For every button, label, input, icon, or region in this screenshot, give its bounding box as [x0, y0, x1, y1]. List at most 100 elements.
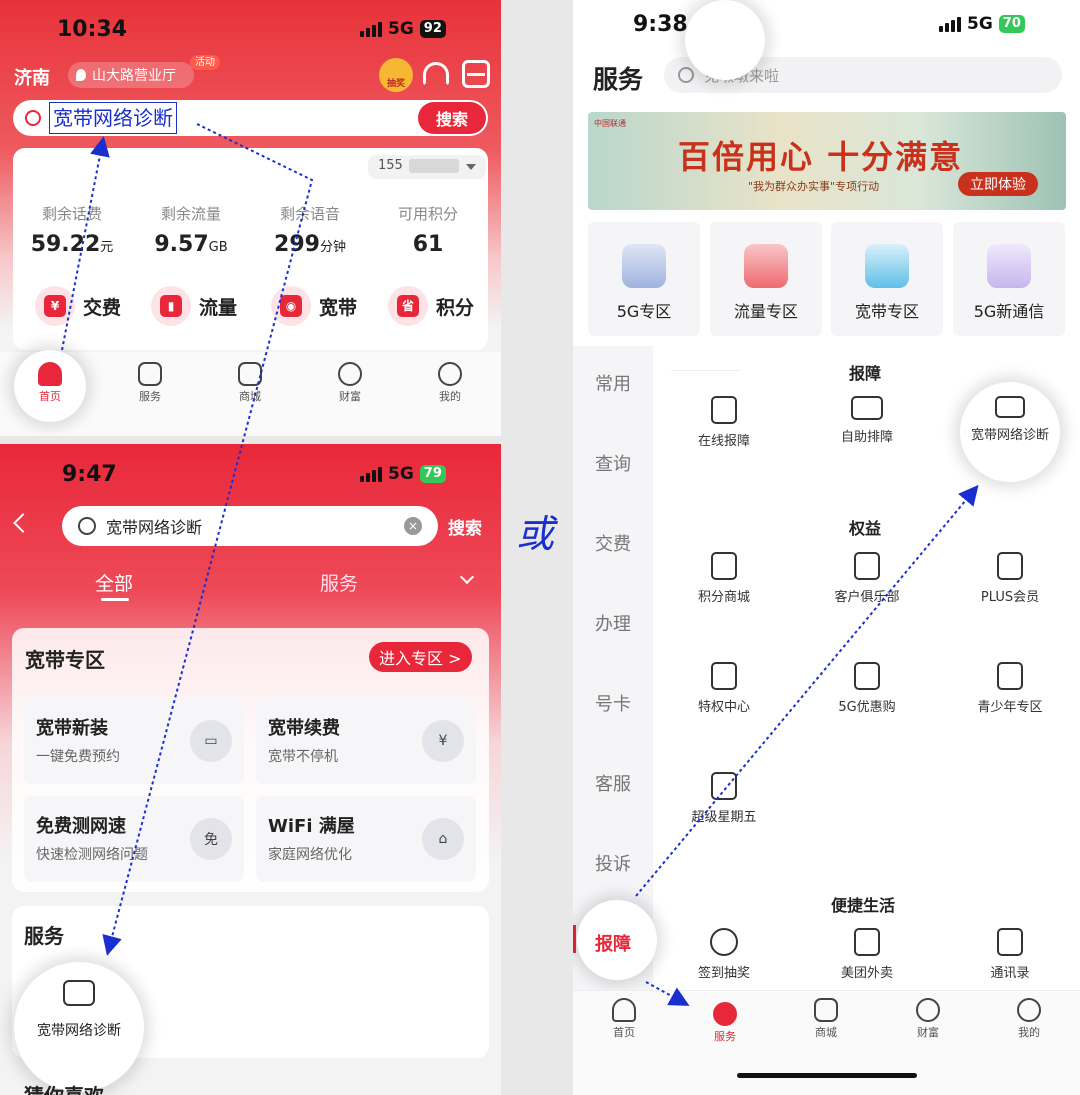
item-label: 宽带网络诊断 [37, 1023, 121, 1039]
tile-wifi[interactable]: WiFi 满屋 家庭网络优化 ⌂ [256, 796, 476, 882]
renew-icon: ¥ [422, 720, 464, 762]
back-icon[interactable] [13, 513, 33, 533]
home-screen-panel: 10:34 5G 92 济南 山大路营业厅 活动 抽奖 宽带网络诊断 搜索 15… [0, 0, 501, 436]
network-label: 5G [388, 464, 414, 484]
service-screen-panel: 9:38 5G 70 服务 免墩墩来啦 中国联通 百倍用心 十分满意 "我为群众… [573, 0, 1080, 1095]
banner-title: 百倍用心 十分满意 [678, 138, 964, 176]
cat-repair[interactable]: 报障 [595, 930, 631, 956]
clear-icon[interactable]: × [404, 517, 422, 535]
search-button[interactable]: 搜索 [418, 102, 486, 134]
home-indicator [737, 1073, 917, 1078]
stat-value: 9.57 [154, 232, 209, 257]
quick-pay[interactable]: ¥ 交费 [35, 286, 121, 326]
tab-me[interactable]: 我的 [420, 362, 480, 404]
item-label: 5G优惠购 [838, 700, 896, 715]
status-bar: 5G 92 [360, 19, 446, 39]
tab-service[interactable]: 服务 [695, 1002, 755, 1044]
tab-home[interactable]: 首页 [20, 362, 80, 404]
item-youth-zone[interactable]: 青少年专区 [950, 662, 1070, 715]
tile-subtitle: 一键免费预约 [36, 749, 120, 765]
item-label: 在线报障 [697, 434, 750, 449]
stat-data[interactable]: 剩余流量 9.57GB [136, 203, 246, 257]
item-5g-discount[interactable]: 5G优惠购 [807, 662, 927, 715]
phone-selector[interactable]: 155 [368, 155, 486, 179]
stat-label: 可用积分 [397, 205, 458, 223]
zone-5g-new-comm[interactable]: 5G新通信 [953, 222, 1065, 336]
cat-common[interactable]: 常用 [595, 370, 631, 396]
tab-wealth[interactable]: 财富 [320, 362, 380, 404]
search-query[interactable]: 宽带网络诊断 [49, 102, 177, 134]
cat-query[interactable]: 查询 [595, 450, 631, 476]
home-icon [612, 998, 636, 1022]
diagnosis-icon [63, 980, 95, 1006]
item-self-troubleshoot[interactable]: 自助排障 [807, 396, 927, 445]
zone-data[interactable]: 流量专区 [710, 222, 822, 336]
item-broadband-diagnosis[interactable]: 宽带网络诊断 [950, 396, 1070, 443]
router-icon: ▭ [190, 720, 232, 762]
cat-sim[interactable]: 号卡 [595, 690, 631, 716]
quick-broadband[interactable]: ◉ 宽带 [271, 286, 357, 326]
coin-icon [338, 362, 362, 386]
user-icon [1017, 998, 1041, 1022]
chevron-down-icon[interactable] [459, 569, 475, 585]
item-checkin-lottery[interactable]: 签到抽奖 [664, 928, 784, 981]
promo-banner[interactable]: 中国联通 百倍用心 十分满意 "我为群众办实事"专项行动 立即体验 [588, 112, 1066, 210]
stat-points[interactable]: 可用积分 61 [373, 203, 483, 257]
results-search-bar[interactable]: 宽带网络诊断 × [62, 506, 438, 546]
lottery-icon[interactable]: 抽奖 [379, 58, 413, 92]
stat-voice[interactable]: 剩余语音 299分钟 [255, 203, 365, 257]
search-icon [678, 67, 694, 83]
phone-number: 155 [378, 158, 403, 173]
customer-service-icon[interactable] [423, 62, 449, 86]
cat-handle[interactable]: 办理 [595, 610, 631, 636]
cat-support[interactable]: 客服 [595, 770, 631, 796]
tab-wealth[interactable]: 财富 [898, 998, 958, 1040]
item-super-friday[interactable]: 超级星期五 [664, 772, 784, 825]
broadband-diagnosis-item[interactable]: 宽带网络诊断 [20, 980, 138, 1040]
tab-mall[interactable]: 商城 [220, 362, 280, 404]
item-meituan[interactable]: 美团外卖 [807, 928, 927, 981]
category-indicator [573, 925, 576, 953]
tile-speed-test[interactable]: 免费测网速 快速检测网络问题 免 [24, 796, 244, 882]
broadband-icon: ◉ [271, 286, 311, 326]
item-contacts[interactable]: 通讯录 [950, 928, 1070, 981]
zone-5g[interactable]: 5G专区 [588, 222, 700, 336]
item-plus-member[interactable]: PLUS会员 [950, 552, 1070, 605]
tab-home[interactable]: 首页 [594, 998, 654, 1040]
item-customer-club[interactable]: 客户俱乐部 [807, 552, 927, 605]
cat-pay[interactable]: 交费 [595, 530, 631, 556]
quick-data[interactable]: ▮ 流量 [151, 286, 237, 326]
tab-all[interactable]: 全部 [95, 569, 133, 596]
zone-broadband[interactable]: 宽带专区 [831, 222, 943, 336]
stat-value: 299 [274, 232, 320, 257]
tile-title: 宽带续费 [268, 718, 340, 739]
search-button[interactable]: 搜索 [448, 514, 482, 539]
item-online-repair[interactable]: 在线报障 [664, 396, 784, 449]
home-search-bar[interactable]: 宽带网络诊断 搜索 [13, 100, 488, 136]
banner-button[interactable]: 立即体验 [958, 172, 1038, 196]
status-time: 9:38 [633, 12, 688, 37]
battery-icon: 79 [419, 465, 446, 483]
recommend-title: 猜你喜欢 [24, 1080, 104, 1095]
quick-points[interactable]: 省积分 [388, 286, 474, 326]
stat-value: 59.22 [30, 232, 101, 257]
tab-service[interactable]: 服务 [320, 569, 358, 596]
enter-zone-button[interactable]: 进入专区 > [369, 642, 472, 672]
tile-title: 免费测网速 [36, 816, 126, 837]
cat-complaint[interactable]: 投诉 [595, 850, 631, 876]
item-privilege-center[interactable]: 特权中心 [664, 662, 784, 715]
item-label: 签到抽奖 [697, 966, 750, 981]
store-selector[interactable]: 山大路营业厅 [68, 62, 194, 88]
tab-mall[interactable]: 商城 [796, 998, 856, 1040]
scan-icon[interactable] [462, 60, 490, 88]
item-points-mall[interactable]: 积分商城 [664, 552, 784, 605]
search-query[interactable]: 宽带网络诊断 [106, 514, 202, 538]
tile-new-install[interactable]: 宽带新装 一键免费预约 ▭ [24, 698, 244, 784]
search-icon [78, 517, 96, 535]
tile-renew[interactable]: 宽带续费 宽带不停机 ¥ [256, 698, 476, 784]
unicom-logo: 中国联通 [594, 119, 626, 128]
city-label[interactable]: 济南 [14, 64, 50, 90]
tab-service[interactable]: 服务 [120, 362, 180, 404]
tab-me[interactable]: 我的 [999, 998, 1059, 1040]
stat-balance[interactable]: 剩余话费 59.22元 [17, 203, 127, 257]
